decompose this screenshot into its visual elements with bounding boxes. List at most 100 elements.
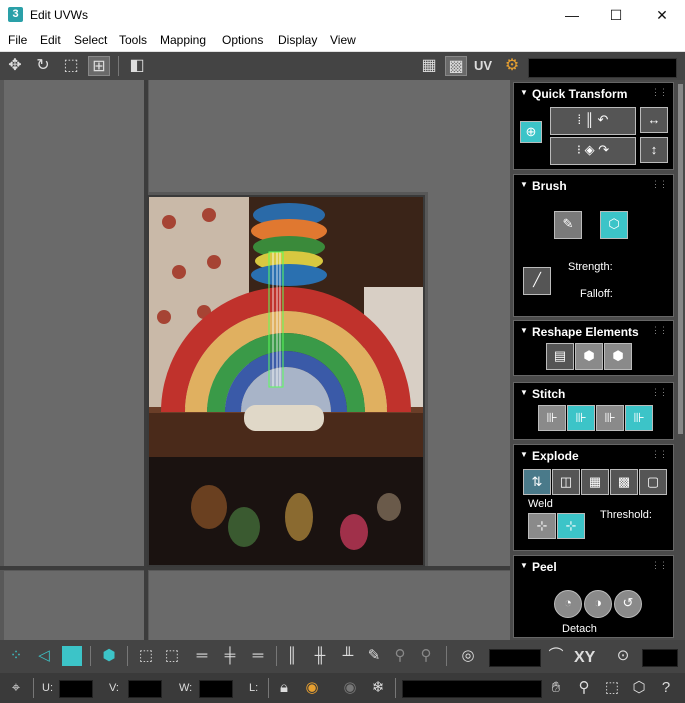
stitch-custom-icon[interactable]: ⊪ (538, 405, 566, 431)
uv-icon[interactable]: UV (472, 56, 494, 76)
align-horizontal-button[interactable]: ⁞ ║ ↶ (550, 107, 636, 135)
space-vertical-icon[interactable]: ↕ (640, 137, 668, 163)
grip-icon[interactable]: ⋮⋮ (651, 179, 668, 190)
menu-tools[interactable]: Tools (119, 33, 147, 47)
relax-until-flat-icon[interactable]: ⬢ (575, 343, 603, 370)
grip-icon[interactable]: ⋮⋮ (651, 325, 668, 336)
explode-to-elements-icon[interactable]: ▩ (610, 469, 638, 495)
texture-dropdown[interactable] (528, 58, 677, 78)
selection-filter-field[interactable] (402, 680, 542, 698)
shrink-selection-icon[interactable]: ⬚ (160, 644, 184, 668)
reset-peel-icon[interactable]: ↺ (614, 590, 642, 618)
soft-selection-value-field[interactable] (489, 649, 541, 667)
zoom-region-icon[interactable]: ⬚ (600, 676, 624, 700)
break-icon[interactable]: ⇅ (523, 469, 551, 495)
edge-select-icon[interactable]: ◁ (32, 644, 56, 668)
collapse-arrow-icon[interactable]: ▼ (520, 326, 528, 335)
align-vertical-button[interactable]: ⁝ ◈ ↷ (550, 137, 636, 165)
collapse-arrow-icon[interactable]: ▼ (520, 180, 528, 189)
menu-options[interactable]: Options (222, 33, 263, 47)
menu-mapping[interactable]: Mapping (160, 33, 206, 47)
weld-selected-icon[interactable]: ⊹ (528, 513, 556, 539)
menu-display[interactable]: Display (278, 33, 317, 47)
stitch-to-source-icon[interactable]: ⊪ (625, 405, 653, 431)
u-coordinate-field[interactable] (59, 680, 93, 698)
stitch-average-icon[interactable]: ⊪ (596, 405, 624, 431)
visibility-eye-icon[interactable]: ◉ (300, 676, 324, 700)
collapse-arrow-icon[interactable]: ▼ (520, 561, 528, 570)
lock-icon[interactable]: 🔒︎ (272, 676, 296, 700)
stitch-to-target-icon[interactable]: ⊪ (567, 405, 595, 431)
w-coordinate-field[interactable] (199, 680, 233, 698)
loop-shrink-icon[interactable]: ═ (246, 644, 270, 668)
ring-grow-icon[interactable]: ╫ (308, 644, 332, 668)
freeze-icon[interactable]: ❄ (366, 676, 390, 700)
collapse-arrow-icon[interactable]: ▼ (520, 388, 528, 397)
collapse-arrow-icon[interactable]: ▼ (520, 88, 528, 97)
rollout-title[interactable]: Reshape Elements (532, 325, 639, 339)
xy-label[interactable]: XY (574, 649, 595, 667)
pivot-icon[interactable]: ⊕ (520, 121, 542, 143)
zoom-icon[interactable]: ⚲ (572, 676, 596, 700)
edge-distance-field[interactable] (642, 649, 678, 667)
paint-select-icon[interactable]: ✎ (362, 644, 386, 668)
edge-distance-icon[interactable]: ⊙ (611, 644, 635, 668)
paint-shrink-icon[interactable]: ⚲ (414, 644, 438, 668)
loop-grow-icon[interactable]: ╪ (218, 644, 242, 668)
move-icon[interactable]: ✥ (4, 56, 26, 76)
brush-falloff-curve-icon[interactable]: ╱ (523, 267, 551, 295)
grip-icon[interactable]: ⋮⋮ (651, 87, 668, 98)
hide-icon[interactable]: ◉ (338, 676, 362, 700)
scale-icon[interactable]: ⬚ (60, 56, 82, 76)
weld-target-icon[interactable]: ⊹ (557, 513, 585, 539)
menu-file[interactable]: File (8, 33, 27, 47)
paint-move-brush-icon[interactable]: ✎ (554, 211, 582, 239)
maximize-button[interactable]: ☐ (593, 0, 639, 30)
mirror-icon[interactable]: ◧ (126, 56, 148, 76)
grow-selection-icon[interactable]: ⬚ (134, 644, 158, 668)
collapse-arrow-icon[interactable]: ▼ (520, 450, 528, 459)
rotate-icon[interactable]: ↻ (32, 56, 54, 76)
relax-brush-icon[interactable]: ⬡ (600, 211, 628, 239)
menu-select[interactable]: Select (74, 33, 107, 47)
close-button[interactable]: ✕ (639, 0, 685, 30)
rollout-title[interactable]: Quick Transform (532, 87, 627, 101)
menu-edit[interactable]: Edit (40, 33, 61, 47)
ring-icon[interactable]: ║ (280, 644, 304, 668)
explode-by-smoothing-icon[interactable]: ◫ (552, 469, 580, 495)
space-horizontal-icon[interactable]: ↔ (640, 107, 668, 133)
rollout-title[interactable]: Brush (532, 179, 567, 193)
grip-icon[interactable]: ⋮⋮ (651, 560, 668, 571)
help-icon[interactable]: ? (654, 676, 678, 700)
v-coordinate-field[interactable] (128, 680, 162, 698)
vertex-select-icon[interactable]: ⁘ (4, 644, 28, 668)
paint-grow-icon[interactable]: ⚲ (388, 644, 412, 668)
relax-icon[interactable]: ⬢ (604, 343, 632, 370)
checker-selected-icon[interactable]: ▩ (445, 56, 467, 76)
ring-shrink-icon[interactable]: ╨ (336, 644, 360, 668)
menu-view[interactable]: View (330, 33, 356, 47)
quick-peel-icon[interactable]: ◔ (554, 590, 582, 618)
rollout-title[interactable]: Stitch (532, 387, 565, 401)
element-select-icon[interactable]: ⬢ (97, 644, 121, 668)
freeform-icon[interactable]: ⊞ (88, 56, 110, 76)
grip-icon[interactable]: ⋮⋮ (651, 387, 668, 398)
falloff-curve-icon[interactable]: ⌒ (544, 644, 568, 668)
absolute-offset-icon[interactable]: ⌖ (4, 676, 28, 700)
rollout-title[interactable]: Peel (532, 560, 557, 574)
straighten-icon[interactable]: ▤ (546, 343, 574, 370)
explode-by-material-icon[interactable]: ▦ (581, 469, 609, 495)
checker-icon[interactable]: ▦ (418, 56, 440, 76)
flatten-icon[interactable]: ▢ (639, 469, 667, 495)
soft-selection-icon[interactable]: ◎ (456, 644, 480, 668)
pan-icon[interactable]: ✋︎ (544, 676, 568, 700)
peel-mode-icon[interactable]: ◑ (584, 590, 612, 618)
zoom-extents-icon[interactable]: ⬡ (627, 676, 651, 700)
face-select-icon[interactable] (60, 644, 84, 668)
grip-icon[interactable]: ⋮⋮ (651, 449, 668, 460)
panel-scrollbar[interactable] (678, 84, 683, 434)
minimize-button[interactable]: — (549, 0, 595, 30)
settings-texture-icon[interactable]: ⚙ (501, 56, 523, 76)
rollout-title[interactable]: Explode (532, 449, 579, 463)
loop-icon[interactable]: ═ (190, 644, 214, 668)
